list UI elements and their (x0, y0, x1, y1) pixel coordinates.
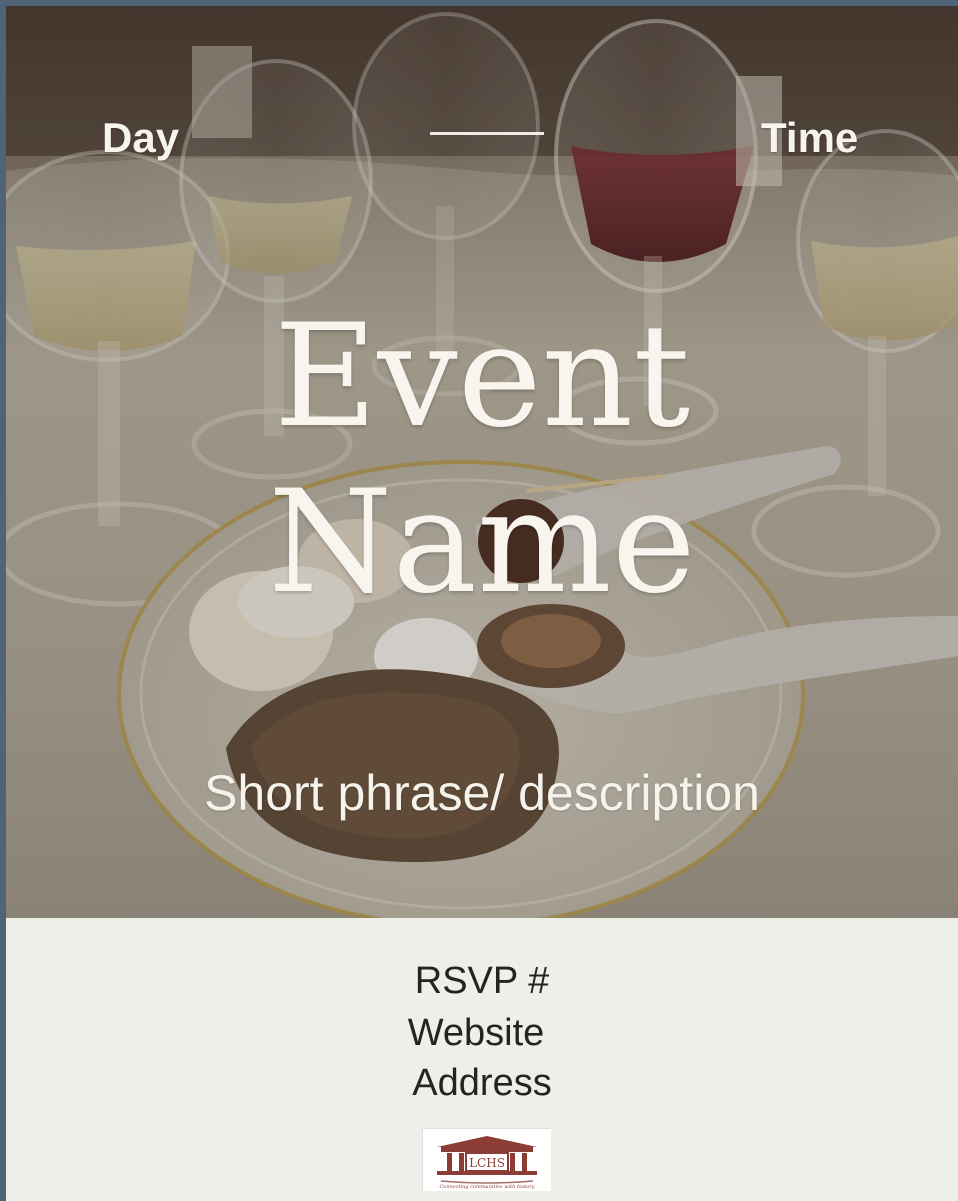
day-label: Day (102, 114, 180, 161)
address-text: Address (412, 1062, 552, 1104)
event-title-line-2: Name (268, 460, 696, 625)
logo-tagline: Connecting communities with history (439, 1184, 534, 1190)
logo-text: LCHS (469, 1156, 505, 1170)
lchs-logo: LCHS Connecting communities with history (422, 1128, 551, 1191)
event-photo-background: Day Time Event Name Short phrase/ descri… (6, 6, 958, 918)
event-title-line-1: Event (273, 294, 691, 459)
header-divider (430, 132, 544, 135)
event-flyer: Day Time Event Name Short phrase/ descri… (6, 6, 958, 1201)
time-label: Time (761, 114, 859, 161)
website-text: Website (407, 1012, 545, 1054)
lchs-building-logo-icon: LCHS Connecting communities with history (423, 1129, 551, 1191)
event-tagline: Short phrase/ description (204, 765, 760, 821)
rsvp-text: RSVP # (414, 960, 550, 1002)
